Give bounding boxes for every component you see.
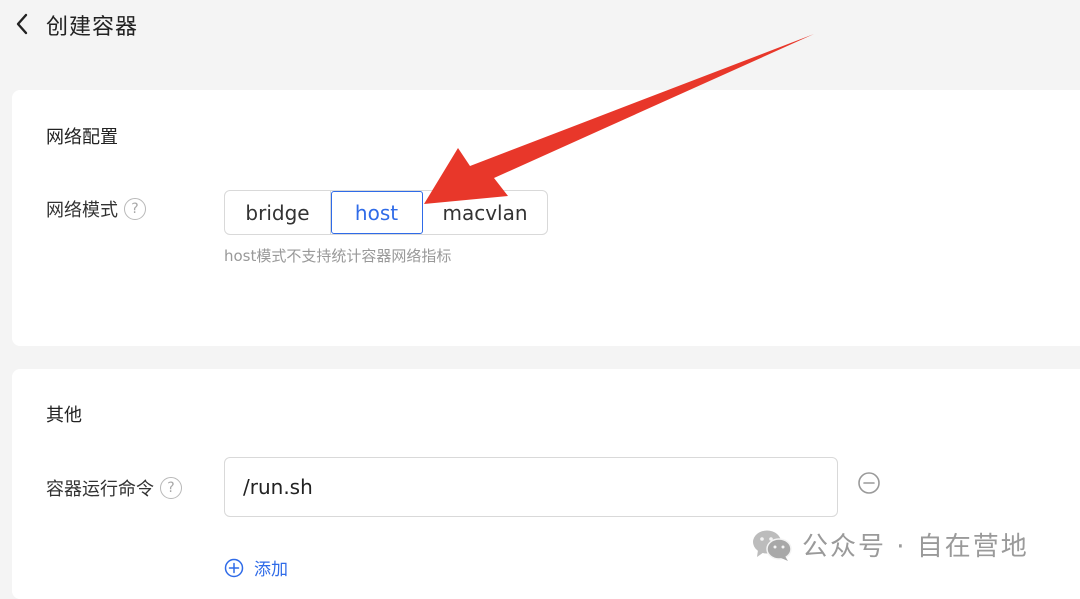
watermark-text: 公众号 · 自在营地 bbox=[802, 532, 1029, 562]
mode-option-macvlan[interactable]: macvlan bbox=[423, 191, 547, 234]
network-mode-selector: bridge host macvlan bbox=[224, 190, 548, 235]
mode-option-bridge[interactable]: bridge bbox=[225, 191, 331, 234]
add-command-button[interactable]: 添加 bbox=[224, 555, 288, 580]
top-bar: 创建容器 bbox=[0, 0, 1080, 52]
add-circle-icon bbox=[224, 558, 244, 577]
mode-option-host[interactable]: host bbox=[331, 191, 423, 234]
network-section-title: 网络配置 bbox=[46, 127, 118, 148]
watermark: 公众号 · 自在营地 bbox=[752, 526, 1029, 563]
remove-circle-icon[interactable] bbox=[857, 471, 881, 495]
run-command-label: 容器运行命令 ? bbox=[46, 475, 182, 501]
page-title: 创建容器 bbox=[46, 15, 139, 40]
run-command-input[interactable]: /run.sh bbox=[224, 457, 838, 517]
help-icon[interactable]: ? bbox=[160, 477, 182, 499]
network-mode-label-text: 网络模式 bbox=[46, 200, 118, 221]
back-icon[interactable] bbox=[10, 10, 34, 38]
run-command-label-text: 容器运行命令 bbox=[46, 479, 154, 500]
network-mode-label: 网络模式 ? bbox=[46, 196, 146, 222]
network-config-card: 网络配置 网络模式 ? bridge host macvlan host模式不支… bbox=[12, 90, 1080, 346]
add-command-label: 添加 bbox=[254, 560, 288, 580]
network-mode-hint: host模式不支持统计容器网络指标 bbox=[224, 247, 452, 265]
other-section-title: 其他 bbox=[46, 405, 82, 426]
help-icon[interactable]: ? bbox=[124, 198, 146, 220]
other-card: 其他 容器运行命令 ? /run.sh 添加 bbox=[12, 369, 1080, 599]
wechat-icon bbox=[753, 530, 792, 561]
